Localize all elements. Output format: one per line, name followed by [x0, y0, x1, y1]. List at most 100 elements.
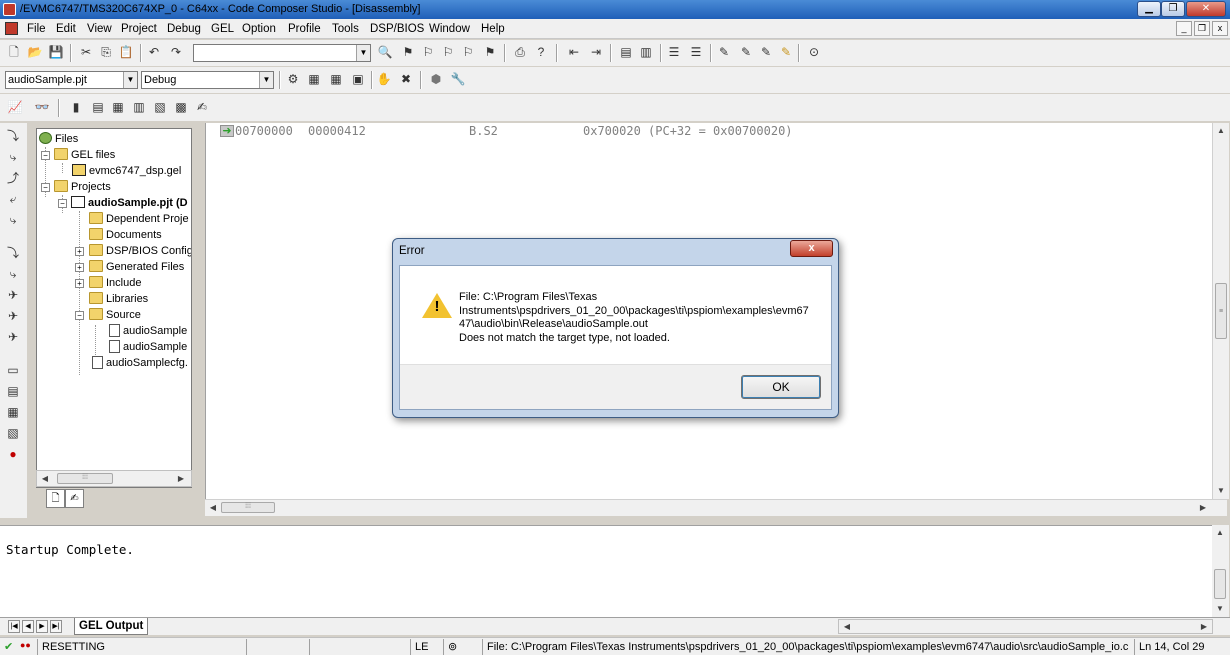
menu-edit[interactable]: Edit [54, 21, 78, 37]
tree-item-gel-files[interactable]: GEL files [54, 147, 115, 163]
tree-item-documents[interactable]: Documents [89, 227, 162, 243]
new-file-icon[interactable]: 🗋 [6, 44, 22, 60]
tree-item-libraries[interactable]: Libraries [89, 291, 148, 307]
menu-window[interactable]: Window [427, 21, 472, 37]
scroll-down-icon[interactable]: ▼ [1213, 483, 1229, 498]
memory-window-icon[interactable]: ▤ [5, 383, 21, 399]
probe-point-icon[interactable]: ✎ [738, 44, 754, 60]
disassembly-vertical-scrollbar[interactable]: ▲ ≡ ▼ [1212, 123, 1229, 499]
rebuild-all-icon[interactable]: ▦ [328, 71, 344, 87]
watch-icon[interactable]: ⊙ [806, 44, 822, 60]
animate-icon[interactable]: ✈ [5, 329, 21, 345]
assembly-step-over-icon[interactable]: ⤷ [5, 266, 21, 282]
tab-gel-output[interactable]: GEL Output [74, 618, 149, 635]
menu-help[interactable]: Help [479, 21, 507, 37]
step-into-icon[interactable]: ⤵ [5, 128, 21, 144]
disassembly-horizontal-scrollbar[interactable]: ◀ ⁞⁞⁞ ▶ [205, 499, 1227, 516]
output-window[interactable]: Startup Complete. [0, 525, 1212, 617]
document-icon[interactable] [5, 22, 18, 35]
bookmark-next-icon[interactable]: ⚐ [420, 44, 436, 60]
registers-icon[interactable]: ▤ [90, 99, 106, 115]
menu-gel[interactable]: GEL [209, 21, 236, 37]
disassembly-icon[interactable]: ▥ [131, 99, 147, 115]
chevron-down-icon[interactable]: ▼ [259, 72, 273, 88]
scroll-up-icon[interactable]: ▲ [1213, 123, 1229, 138]
scroll-thumb[interactable] [1214, 569, 1226, 599]
glasses-icon[interactable]: 👓 [34, 99, 50, 115]
tree-item-generated[interactable]: Generated Files [89, 259, 184, 275]
align-right-icon[interactable]: ☰ [688, 44, 704, 60]
minimize-button[interactable]: ▁ [1137, 1, 1161, 17]
step-over-icon[interactable]: ⤷ [5, 149, 21, 165]
wrench-icon[interactable]: 🔧 [450, 71, 466, 87]
tree-item-project[interactable]: audioSample.pjt (D [71, 195, 188, 211]
cut-icon[interactable]: ✂ [78, 44, 94, 60]
align-left-icon[interactable]: ☰ [666, 44, 682, 60]
expand-toggle[interactable]: − [75, 311, 84, 320]
view-graph-icon[interactable]: ▦ [110, 99, 126, 115]
bookmark-prev-icon[interactable]: ⚐ [440, 44, 456, 60]
last-tab-icon[interactable]: ▶| [50, 620, 62, 633]
menu-project[interactable]: Project [119, 21, 159, 37]
expand-toggle[interactable]: − [41, 183, 50, 192]
find-combo[interactable]: ▼ [193, 44, 371, 62]
output-horizontal-scrollbar[interactable]: ◀ ▶ [838, 619, 1213, 634]
menu-option[interactable]: Option [240, 21, 278, 37]
maximize-button[interactable]: ❐ [1161, 1, 1185, 17]
redo-icon[interactable]: ↷ [168, 44, 184, 60]
project-select[interactable]: audioSample.pjt ▼ [5, 71, 138, 89]
menu-view[interactable]: View [85, 21, 114, 37]
copy-icon[interactable]: ⎘ [98, 44, 114, 60]
run-icon[interactable]: ✈ [5, 287, 21, 303]
tree-item-source-file[interactable]: audioSample [109, 339, 187, 355]
step-out-icon[interactable]: ⤴ [5, 170, 21, 186]
tree-item-source-file[interactable]: audioSample [109, 323, 187, 339]
halt-icon[interactable]: ✈ [5, 308, 21, 324]
menu-debug[interactable]: Debug [165, 21, 203, 37]
compile-file-icon[interactable]: ⚙ [285, 71, 301, 87]
graph-icon[interactable]: 📈 [7, 99, 23, 115]
watch-window-icon[interactable]: ▭ [5, 362, 21, 378]
print-icon[interactable]: ⎙ [512, 44, 528, 60]
mdi-restore-button[interactable]: ❐ [1194, 21, 1210, 36]
breakpoint-icon[interactable]: ✎ [716, 44, 732, 60]
output-vertical-scrollbar[interactable]: ▲ ▼ [1212, 525, 1229, 617]
tree-root-files[interactable]: Files [39, 131, 78, 147]
save-icon[interactable]: 💾 [48, 44, 64, 60]
mdi-close-button[interactable]: x [1212, 21, 1228, 36]
graph-window-icon[interactable]: ▧ [5, 425, 21, 441]
first-tab-icon[interactable]: |◀ [8, 620, 20, 633]
set-pc-icon[interactable]: ⤷ [5, 212, 21, 228]
chevron-down-icon[interactable]: ▼ [356, 45, 370, 61]
chevron-down-icon[interactable]: ▼ [123, 72, 137, 88]
symbol-browser-icon[interactable]: ✍ [194, 99, 210, 115]
menu-tools[interactable]: Tools [330, 21, 361, 37]
tree-horizontal-scrollbar[interactable]: ◀ ⁞⁞⁞ ▶ [36, 470, 192, 487]
dialog-close-button[interactable]: x [790, 240, 833, 257]
tree-item-cfg-file[interactable]: audioSamplecfg. [92, 355, 188, 371]
mixed-mode-icon[interactable]: ▤ [618, 44, 634, 60]
expand-toggle[interactable]: + [75, 247, 84, 256]
expand-toggle[interactable]: + [75, 263, 84, 272]
scroll-left-icon[interactable]: ◀ [839, 619, 855, 634]
expand-toggle[interactable]: − [41, 151, 50, 160]
find-icon[interactable]: 🔍 [377, 44, 393, 60]
prev-tab-icon[interactable]: ◀ [22, 620, 34, 633]
mdi-minimize-button[interactable]: _ [1176, 21, 1192, 36]
tree-item-include[interactable]: Include [89, 275, 141, 291]
clear-breakpoints-icon[interactable]: ✎ [778, 44, 794, 60]
tree-item-gel-file[interactable]: evmc6747_dsp.gel [72, 163, 181, 179]
tree-item-source[interactable]: Source [89, 307, 141, 323]
undo-icon[interactable]: ↶ [146, 44, 162, 60]
memory-icon[interactable]: ▮ [68, 99, 84, 115]
incremental-build-icon[interactable]: ▦ [306, 71, 322, 87]
indent-left-icon[interactable]: ⇤ [566, 44, 582, 60]
run-to-cursor-icon[interactable]: ⤶ [5, 191, 21, 207]
bookmark-list-icon[interactable]: ⚑ [482, 44, 498, 60]
call-stack-icon[interactable]: ▧ [152, 99, 168, 115]
scroll-right-icon[interactable]: ▶ [173, 471, 189, 486]
bookmark-clear-icon[interactable]: ⚐ [460, 44, 476, 60]
open-folder-icon[interactable]: 📂 [27, 44, 43, 60]
tree-item-dependent[interactable]: Dependent Proje [89, 211, 189, 227]
scroll-thumb[interactable]: ⁞⁞⁞ [57, 473, 113, 484]
